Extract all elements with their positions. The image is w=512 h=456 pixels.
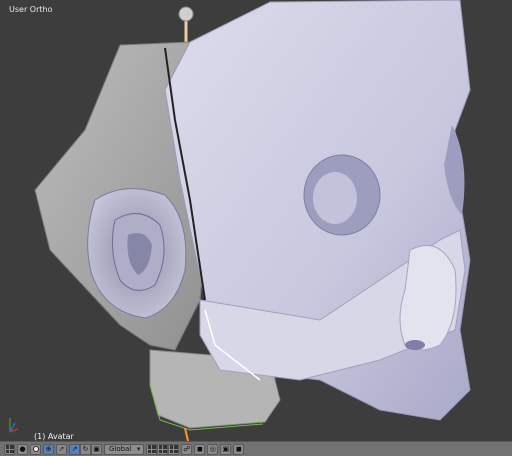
manipulator-group: ↗ ↻ ▣ (69, 443, 102, 455)
active-object-label: (1) Avatar (34, 432, 74, 441)
neck-selection-orange (184, 427, 189, 441)
armature-bone-head (178, 6, 194, 22)
manipulator-icon[interactable]: ➚ (56, 443, 67, 455)
lock-icon[interactable]: ☍ (181, 443, 193, 455)
shading-solid-icon[interactable] (30, 443, 41, 455)
object-mode-icon[interactable]: ● (17, 443, 28, 455)
view-type-icon[interactable] (4, 443, 15, 455)
pivot-icon[interactable]: ⊕ (43, 443, 54, 455)
translate-icon[interactable]: ↗ (69, 443, 80, 455)
rotate-icon[interactable]: ↻ (80, 443, 91, 455)
layers-icon[interactable] (146, 443, 158, 455)
3d-viewport[interactable]: User Ortho (1) Avatar (0, 0, 512, 441)
scale-icon[interactable]: ▣ (91, 443, 102, 455)
viewport-header: ● ⊕ ➚ ↗ ↻ ▣ Global ☍ ◼ ◎ ▣ ◼ (0, 441, 512, 456)
view-label: User Ortho (9, 5, 53, 14)
layers-icon[interactable] (157, 443, 169, 455)
render-icon[interactable]: ▣ (220, 443, 232, 455)
layers-icon[interactable] (168, 443, 180, 455)
nostril (405, 340, 425, 350)
eye-socket-left-inner (313, 172, 357, 224)
proportional-edit-icon[interactable]: ◎ (207, 443, 219, 455)
camera-icon[interactable]: ◼ (233, 443, 245, 455)
avatar-head-mesh[interactable] (0, 0, 512, 441)
layers-group (146, 443, 180, 455)
transform-orientation-select[interactable]: Global (104, 443, 145, 455)
axis-gizmo-icon (9, 418, 19, 433)
snap-icon[interactable]: ◼ (194, 443, 206, 455)
